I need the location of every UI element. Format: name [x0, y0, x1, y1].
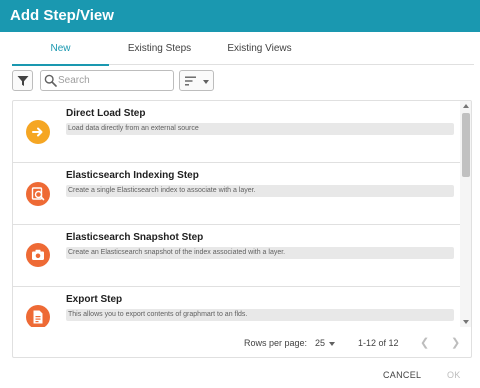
search-field[interactable]: [40, 70, 174, 91]
sort-button[interactable]: [179, 70, 214, 91]
chevron-right-icon[interactable]: ❯: [451, 336, 460, 349]
step-title: Export Step: [66, 294, 123, 305]
tab-bar: New Existing Steps Existing Views: [12, 32, 474, 66]
tab-existing-steps[interactable]: Existing Steps: [112, 32, 207, 65]
chevron-down-icon: [203, 80, 209, 84]
search-index-icon: [26, 182, 50, 206]
step-description: Load data directly from an external sour…: [66, 123, 454, 135]
vertical-scrollbar[interactable]: [460, 101, 471, 327]
chevron-down-icon[interactable]: [329, 342, 335, 346]
arrow-right-icon: [26, 120, 50, 144]
camera-icon: [26, 243, 50, 267]
dialog-title: Add Step/View: [0, 0, 480, 32]
step-item-elasticsearch-indexing[interactable]: Elasticsearch Indexing Step Create a sin…: [13, 163, 460, 225]
tab-existing-views[interactable]: Existing Views: [212, 32, 307, 65]
filter-icon: [17, 76, 29, 86]
ok-button[interactable]: OK: [447, 370, 461, 380]
scrollbar-thumb[interactable]: [462, 113, 470, 177]
scroll-down-arrow-icon[interactable]: [463, 320, 469, 324]
step-list: Direct Load Step Load data directly from…: [13, 101, 460, 327]
step-description: Create an Elasticsearch snapshot of the …: [66, 247, 454, 259]
step-title: Elasticsearch Snapshot Step: [66, 232, 204, 243]
rows-per-page-select[interactable]: 25: [315, 338, 325, 348]
step-item-direct-load[interactable]: Direct Load Step Load data directly from…: [13, 101, 460, 163]
filter-button[interactable]: [12, 70, 33, 91]
sort-icon: [185, 76, 196, 86]
step-description: This allows you to export contents of gr…: [66, 309, 454, 321]
pagination: Rows per page: 25 1-12 of 12 ❮ ❯: [13, 327, 471, 357]
step-description: Create a single Elasticsearch index to a…: [66, 185, 454, 197]
step-item-export[interactable]: Export Step This allows you to export co…: [13, 287, 460, 327]
rows-per-page-label: Rows per page:: [244, 338, 308, 348]
cancel-button[interactable]: CANCEL: [383, 370, 421, 380]
search-icon: [44, 74, 57, 87]
step-title: Elasticsearch Indexing Step: [66, 170, 199, 181]
step-title: Direct Load Step: [66, 108, 146, 119]
step-item-elasticsearch-snapshot[interactable]: Elasticsearch Snapshot Step Create an El…: [13, 225, 460, 287]
search-input[interactable]: [58, 73, 170, 88]
scroll-up-arrow-icon[interactable]: [463, 104, 469, 108]
step-list-panel: Direct Load Step Load data directly from…: [12, 100, 472, 358]
tab-new[interactable]: New: [12, 32, 109, 66]
chevron-left-icon[interactable]: ❮: [420, 336, 429, 349]
page-range: 1-12 of 12: [358, 338, 399, 348]
export-file-icon: [26, 305, 50, 327]
